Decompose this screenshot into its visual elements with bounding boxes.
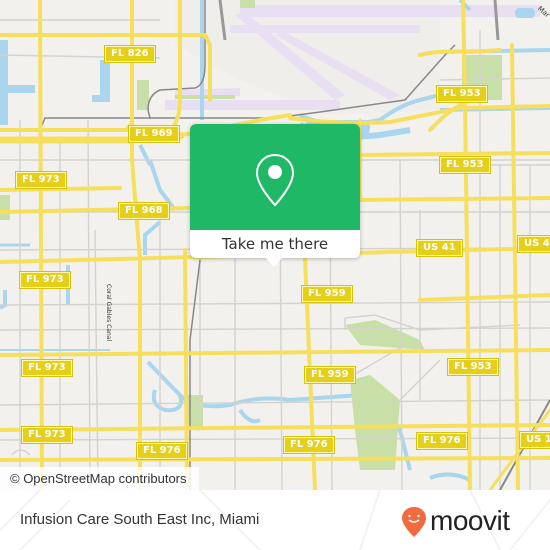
road-shield: FL 968 [119, 203, 169, 219]
place-title: Infusion Care South East Inc, Miami [20, 511, 260, 528]
take-me-there-button[interactable]: Take me there [190, 230, 360, 258]
street-label: Coral Gables Canal [105, 284, 112, 342]
road-shield: FL 973 [20, 272, 70, 288]
road-shield: US 41 [417, 240, 462, 256]
moovit-pin-icon [402, 507, 426, 537]
road-shield: FL 976 [284, 437, 334, 453]
road-shield: US 1 [520, 432, 550, 448]
popup-header[interactable] [190, 124, 360, 230]
road-shield: FL 973 [16, 172, 66, 188]
destination-popup: Take me there [190, 124, 360, 267]
road-shield: FL 953 [440, 157, 490, 173]
location-pin-icon [255, 153, 295, 207]
brand-name: moovit [430, 505, 510, 536]
road-shield: FL 973 [22, 360, 72, 376]
footer-bar: Infusion Care South East Inc, Miami moov… [0, 490, 550, 550]
road-shield: FL 976 [137, 443, 187, 459]
road-shield: FL 959 [302, 286, 352, 302]
road-shield: FL 953 [437, 86, 487, 102]
road-shield: FL 976 [417, 433, 467, 449]
map[interactable]: FL 826 FL 969 FL 953 FL 973 FL 968 FL 95… [0, 0, 550, 490]
map-attribution[interactable]: © OpenStreetMap contributors [0, 467, 199, 490]
road-shield: FL 826 [105, 46, 155, 62]
road-shield: FL 969 [129, 126, 179, 142]
road-shield: US 41 [518, 236, 550, 252]
popup-pointer [266, 258, 282, 267]
road-shield: FL 973 [22, 427, 72, 443]
road-shield: FL 953 [448, 359, 498, 375]
road-shield: FL 959 [305, 367, 355, 383]
